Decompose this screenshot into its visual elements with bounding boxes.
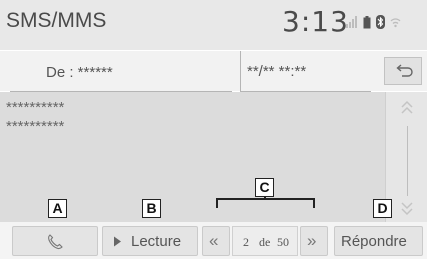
message-line: ********** bbox=[6, 99, 65, 116]
message-line: ********** bbox=[6, 118, 65, 135]
back-arrow-icon bbox=[396, 64, 413, 77]
status-icons bbox=[346, 15, 401, 29]
callout-c: C bbox=[255, 178, 274, 197]
header-bar: SMS/MMS 3:13 bbox=[0, 0, 427, 50]
total-messages: 50 bbox=[277, 235, 289, 249]
callout-a: A bbox=[48, 199, 67, 218]
play-button[interactable]: Lecture bbox=[102, 226, 198, 256]
double-chevron-right-icon: » bbox=[307, 231, 317, 250]
scroll-down-icon[interactable] bbox=[399, 198, 415, 218]
phone-icon bbox=[48, 234, 63, 250]
callout-c-bracket-right bbox=[313, 198, 315, 208]
current-message-number: 2 bbox=[243, 235, 249, 249]
reply-button[interactable]: Répondre bbox=[334, 226, 423, 256]
bottom-controls: Lecture « 2 de 50 » Répondre bbox=[0, 222, 427, 259]
wifi-icon bbox=[390, 17, 401, 27]
datetime-label: **/** **:** bbox=[247, 63, 307, 80]
battery-icon bbox=[363, 15, 371, 28]
back-button[interactable] bbox=[384, 57, 422, 85]
counter-separator: de bbox=[259, 235, 271, 249]
play-icon bbox=[114, 236, 121, 247]
call-button[interactable] bbox=[12, 226, 98, 256]
sender-field: De : ****** bbox=[10, 51, 232, 92]
callout-c-bracket-left bbox=[216, 198, 218, 208]
callout-b: B bbox=[142, 199, 161, 218]
reply-label: Répondre bbox=[341, 233, 407, 250]
play-label: Lecture bbox=[131, 233, 182, 250]
callout-d: D bbox=[373, 199, 392, 218]
double-chevron-left-icon: « bbox=[209, 231, 219, 250]
message-header-row: De : ****** **/** **:** bbox=[0, 51, 427, 92]
previous-message-button[interactable]: « bbox=[202, 226, 230, 256]
app-title: SMS/MMS bbox=[6, 9, 107, 32]
signal-icon bbox=[346, 16, 357, 28]
scroll-up-icon[interactable] bbox=[399, 98, 415, 118]
scroll-track[interactable] bbox=[407, 126, 408, 196]
bluetooth-icon bbox=[376, 15, 385, 29]
sms-screen: SMS/MMS 3:13 De : ****** **/** **:** ***… bbox=[0, 0, 427, 259]
message-counter: 2 de 50 bbox=[232, 226, 298, 256]
sender-label: De : ****** bbox=[46, 64, 113, 81]
clock: 3:13 bbox=[282, 5, 349, 38]
next-message-button[interactable]: » bbox=[300, 226, 328, 256]
message-text: ********** ********** bbox=[6, 98, 64, 136]
datetime-field: **/** **:** bbox=[240, 51, 371, 92]
